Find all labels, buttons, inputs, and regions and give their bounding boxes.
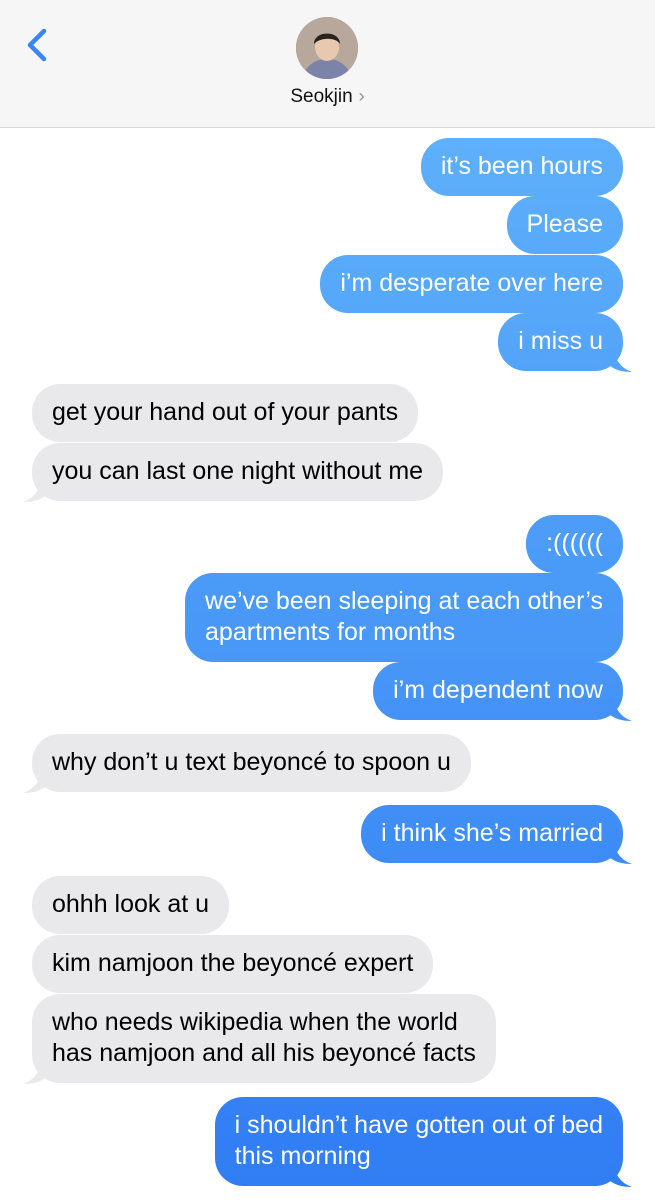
- outgoing-message[interactable]: Please: [506, 196, 623, 254]
- outgoing-message[interactable]: i miss u: [498, 313, 632, 372]
- incoming-message[interactable]: who needs wikipedia when the world has n…: [23, 994, 496, 1084]
- bubble-tail-icon: [23, 769, 47, 793]
- contact-name-button[interactable]: Seokjin ›: [0, 86, 655, 108]
- back-button[interactable]: [22, 26, 56, 66]
- message-bubble[interactable]: get your hand out of your pants: [32, 384, 419, 442]
- message-bubble[interactable]: i shouldn’t have gotten out of bed this …: [214, 1097, 623, 1186]
- outgoing-message[interactable]: i’m desperate over here: [320, 255, 623, 313]
- message-bubble[interactable]: who needs wikipedia when the world has n…: [32, 994, 496, 1083]
- message-bubble[interactable]: it’s been hours: [420, 138, 623, 196]
- message-bubble[interactable]: i’m dependent now: [373, 662, 623, 720]
- outgoing-message[interactable]: i’m dependent now: [373, 662, 632, 721]
- outgoing-message[interactable]: i shouldn’t have gotten out of bed this …: [214, 1097, 632, 1187]
- chevron-left-icon: [27, 28, 47, 62]
- message-bubble[interactable]: we’ve been sleeping at each other’s apar…: [185, 573, 623, 662]
- incoming-message[interactable]: kim namjoon the beyoncé expert: [32, 935, 434, 993]
- conversation-header: Seokjin ›: [0, 0, 655, 128]
- chevron-right-icon: ›: [358, 86, 365, 106]
- message-bubble[interactable]: Please: [506, 196, 623, 254]
- message-bubble[interactable]: you can last one night without me: [32, 443, 444, 501]
- bubble-tail-icon: [608, 697, 632, 721]
- bubble-tail-icon: [608, 1163, 632, 1187]
- incoming-message[interactable]: why don’t u text beyoncé to spoon u: [23, 734, 471, 793]
- message-bubble[interactable]: :((((((: [526, 515, 623, 573]
- message-bubble[interactable]: why don’t u text beyoncé to spoon u: [32, 734, 471, 792]
- message-bubble[interactable]: i’m desperate over here: [320, 255, 623, 313]
- contact-avatar[interactable]: [296, 17, 358, 79]
- bubble-tail-icon: [23, 1060, 47, 1084]
- incoming-message[interactable]: you can last one night without me: [23, 443, 444, 502]
- contact-name: Seokjin: [290, 86, 353, 107]
- message-bubble[interactable]: kim namjoon the beyoncé expert: [32, 935, 434, 993]
- outgoing-message[interactable]: we’ve been sleeping at each other’s apar…: [185, 573, 623, 662]
- bubble-tail-icon: [608, 348, 632, 372]
- avatar-portrait: [296, 17, 358, 79]
- incoming-message[interactable]: ohhh look at u: [32, 876, 230, 934]
- message-bubble[interactable]: i think she’s married: [361, 805, 623, 863]
- message-bubble[interactable]: ohhh look at u: [32, 876, 230, 934]
- message-bubble[interactable]: i miss u: [498, 313, 623, 371]
- incoming-message[interactable]: get your hand out of your pants: [32, 384, 419, 442]
- message-thread[interactable]: it’s been hours Please i’m desperate over …: [0, 128, 655, 1200]
- bubble-tail-icon: [23, 478, 47, 502]
- outgoing-message[interactable]: it’s been hours: [420, 138, 623, 196]
- bubble-tail-icon: [608, 840, 632, 864]
- outgoing-message[interactable]: :((((((: [526, 515, 623, 573]
- outgoing-message[interactable]: i think she’s married: [361, 805, 632, 864]
